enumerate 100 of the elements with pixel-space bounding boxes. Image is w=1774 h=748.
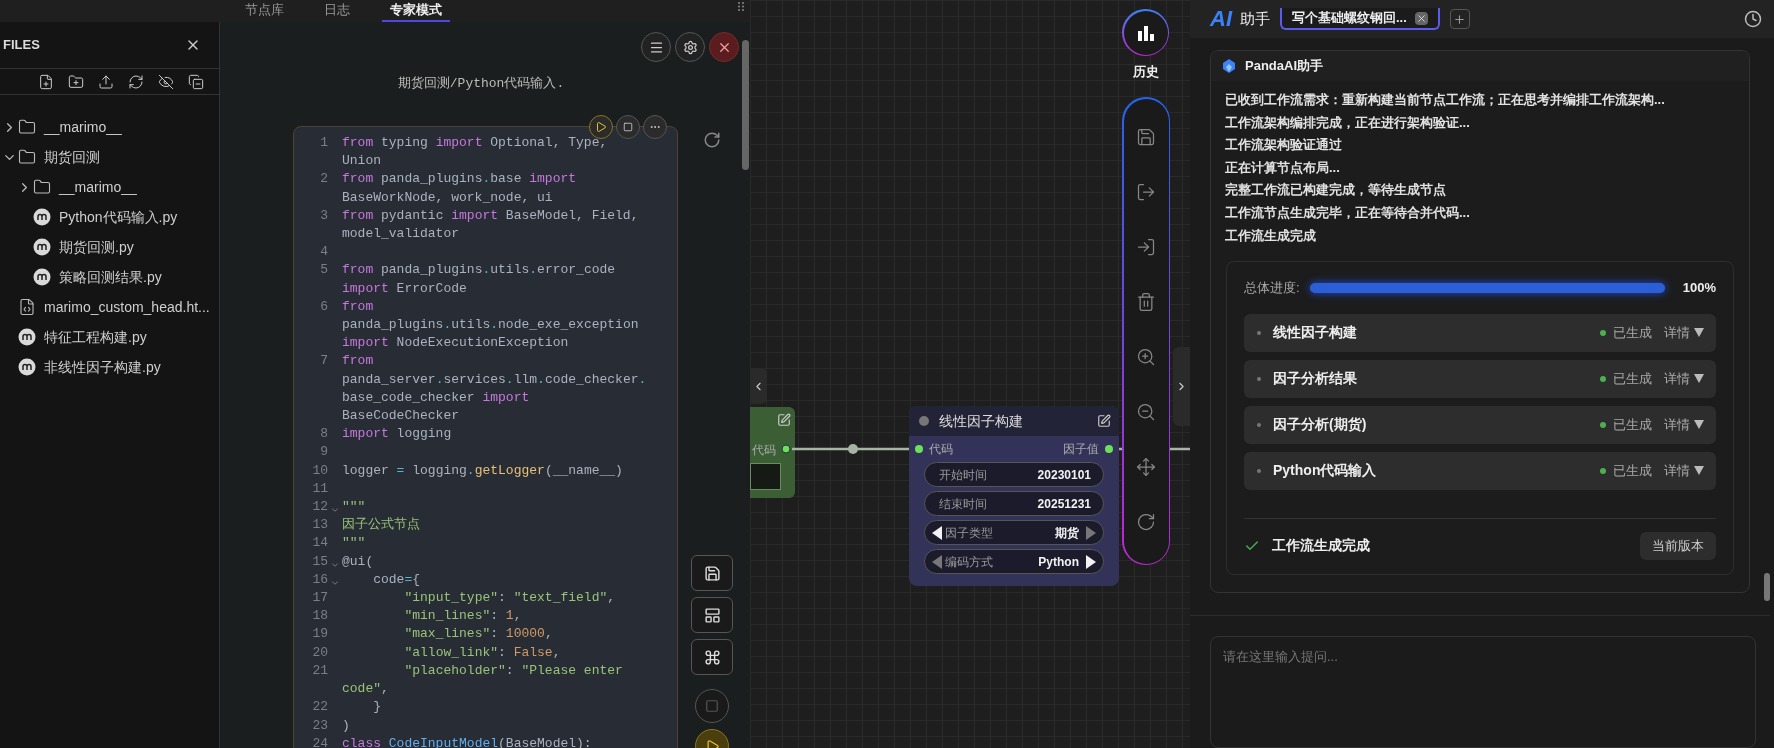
- menu-button[interactable]: [641, 32, 671, 62]
- code-line: """: [342, 534, 367, 553]
- save-icon[interactable]: [1136, 126, 1156, 147]
- stop-button[interactable]: [616, 115, 640, 139]
- port-label: 代码: [929, 441, 953, 458]
- line-number: 10: [311, 461, 328, 480]
- tab[interactable]: 日志: [316, 0, 358, 22]
- trash-icon[interactable]: [1136, 291, 1156, 312]
- next-arrow-icon[interactable]: [1085, 553, 1097, 570]
- settings-icon: [682, 39, 698, 55]
- file-item[interactable]: 策略回测结果.py: [0, 262, 219, 292]
- zoom-in-icon[interactable]: [1136, 346, 1156, 367]
- refresh-icon[interactable]: [128, 73, 144, 90]
- close-icon: [1415, 12, 1427, 24]
- folder-item[interactable]: 期货回测: [0, 142, 219, 172]
- history-icon[interactable]: [1744, 10, 1762, 28]
- status-text: 已生成: [1613, 461, 1652, 480]
- line-number: 6: [319, 297, 328, 316]
- folder-icon: [18, 148, 36, 166]
- file-item[interactable]: 期货回测.py: [0, 232, 219, 262]
- code-line: from pydantic import BaseModel, Field, model_validator: [342, 206, 640, 243]
- eye-off-icon[interactable]: [158, 73, 174, 90]
- chat-tab[interactable]: 写个基础螺纹钢回...: [1280, 8, 1440, 30]
- folder-icon: [33, 178, 51, 196]
- file-item[interactable]: Python代码输入.py: [0, 202, 219, 232]
- settings-button[interactable]: [675, 32, 705, 62]
- sender-name: PandaAI助手: [1245, 57, 1323, 76]
- prev-arrow-icon[interactable]: [931, 524, 943, 541]
- file-item[interactable]: 非线性因子构建.py: [0, 352, 219, 382]
- message-text: 工作流架构验证通过: [1225, 136, 1343, 155]
- prompt-field[interactable]: 请在这里输入提问...: [1210, 635, 1756, 748]
- message-text: 完整工作流已构建完成，等待生成节点: [1225, 181, 1447, 200]
- folder-item[interactable]: __marimo__: [0, 112, 219, 142]
- move-icon[interactable]: [1136, 456, 1156, 477]
- stop-icon: [705, 699, 719, 713]
- line-number: 22: [311, 698, 328, 717]
- file-item[interactable]: marimo_custom_head.ht...: [0, 292, 219, 322]
- caret-icon: [1694, 466, 1704, 476]
- port-dot[interactable]: [781, 444, 791, 454]
- port-label: 代码: [752, 442, 776, 459]
- value-field[interactable]: 开始时间 20230101: [924, 462, 1104, 487]
- panel-title: FILES: [3, 36, 40, 55]
- zoom-out-icon[interactable]: [1136, 401, 1156, 422]
- combo-field[interactable]: 编码方式 Python: [924, 549, 1104, 574]
- app-logo: AI: [1210, 8, 1232, 30]
- new-folder-icon[interactable]: [68, 73, 84, 90]
- version-button[interactable]: 当前版本: [1640, 531, 1716, 560]
- more-button[interactable]: [643, 115, 667, 139]
- value-field[interactable]: 结束时间 20251231: [924, 491, 1104, 516]
- message-text: 已收到工作流需求：重新构建当前节点工作流；正在思考并编排工作流架构...: [1225, 91, 1666, 109]
- combo-field[interactable]: 因子类型 期货: [924, 520, 1104, 545]
- code-line: "max_lines": 10000,: [403, 625, 554, 644]
- message-text: 正在计算节点布局...: [1225, 158, 1341, 177]
- line-number: 18: [311, 607, 328, 626]
- run-button[interactable]: [589, 115, 613, 139]
- new-file-icon[interactable]: [38, 73, 54, 90]
- details-button[interactable]: 详情: [1664, 414, 1704, 435]
- folder-item[interactable]: __marimo__: [0, 172, 219, 202]
- edit-icon[interactable]: [777, 413, 791, 427]
- line-number: 7: [319, 352, 328, 371]
- refresh-icon[interactable]: [1136, 511, 1156, 532]
- input-field[interactable]: [750, 463, 781, 490]
- details-button[interactable]: 详情: [1664, 368, 1704, 389]
- scrollbar[interactable]: [1764, 573, 1770, 601]
- done-text: 工作流生成完成: [1272, 536, 1370, 556]
- edit-icon[interactable]: [1097, 414, 1111, 428]
- node-card[interactable]: 线性因子构建 代码 因子值 开始时间 20230101 结束时间 20251231 因子类型 期货 编码方式 Python: [909, 406, 1119, 586]
- assistant-avatar-icon: [1221, 58, 1237, 74]
- export-icon[interactable]: [1136, 181, 1156, 202]
- new-tab-button[interactable]: [1449, 9, 1470, 29]
- details-button[interactable]: 详情: [1664, 322, 1704, 343]
- file-item[interactable]: 特征工程构建.py: [0, 322, 219, 352]
- caret-icon: [1694, 328, 1704, 338]
- command-button[interactable]: [691, 639, 733, 675]
- close-button[interactable]: [709, 32, 739, 62]
- upload-icon[interactable]: [98, 73, 114, 90]
- history-button[interactable]: [1122, 9, 1169, 56]
- code-line: from panda_plugins.utils.node_exe_exception import NodeExecutionException: [342, 297, 640, 353]
- layout-button[interactable]: [691, 597, 733, 633]
- code-line: "min_lines": 1,: [403, 607, 523, 626]
- layout-icon: [703, 606, 721, 624]
- stop-icon: [623, 122, 633, 132]
- code-line: "allow_link": False,: [403, 643, 562, 662]
- import-icon[interactable]: [1136, 236, 1156, 257]
- connector-handle[interactable]: [848, 444, 858, 454]
- grip-icon[interactable]: [738, 2, 744, 11]
- node-title: 线性因子构建: [939, 411, 1024, 431]
- save-icon: [703, 564, 721, 582]
- code-line: logger = logging.getLogger(__name__): [342, 461, 624, 480]
- line-number: 8: [319, 425, 328, 444]
- collapse-icon[interactable]: [188, 73, 204, 90]
- status-text: 已生成: [1613, 369, 1652, 388]
- tab[interactable]: 节点库: [237, 0, 292, 22]
- refresh-icon[interactable]: [703, 131, 721, 149]
- message-text: 工作流节点生成完毕，正在等待合并代码...: [1225, 203, 1471, 222]
- collapse-tab[interactable]: [750, 368, 767, 404]
- close-button[interactable]: [1414, 11, 1428, 25]
- scrollbar[interactable]: [742, 40, 749, 170]
- details-button[interactable]: 详情: [1664, 460, 1704, 481]
- save-button[interactable]: [691, 555, 733, 591]
